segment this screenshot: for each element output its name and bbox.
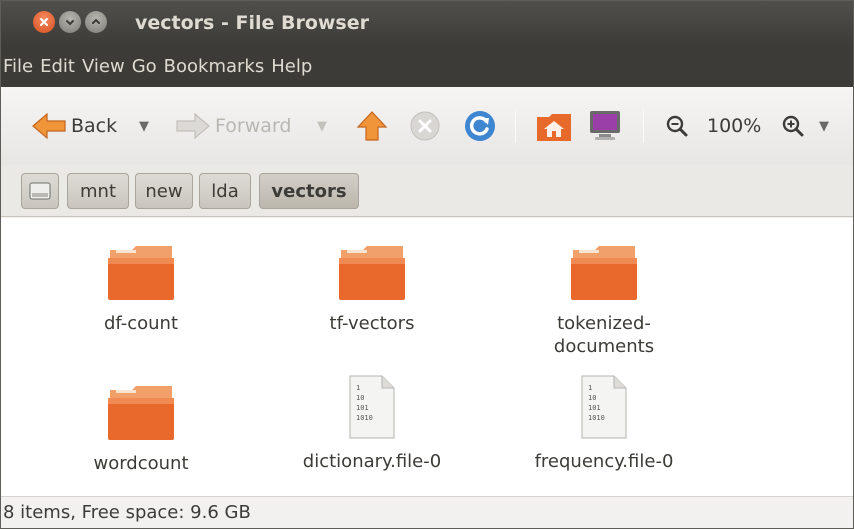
- back-arrow-icon: [32, 112, 66, 140]
- maximize-icon: [92, 18, 100, 24]
- zoom-level[interactable]: 100%: [707, 87, 761, 165]
- toolbar-separator: [515, 109, 516, 143]
- reload-button[interactable]: [463, 87, 497, 165]
- zoom-in-icon: [782, 115, 804, 137]
- menu-edit[interactable]: Edit: [40, 56, 75, 77]
- crumb-new[interactable]: new: [135, 173, 193, 209]
- stop-button[interactable]: [409, 87, 441, 165]
- folder-item[interactable]: tf-vectors: [277, 244, 467, 335]
- forward-history-dropdown[interactable]: ▼: [317, 87, 327, 165]
- status-text: 8 items, Free space: 9.6 GB: [3, 502, 251, 523]
- dropdown-arrow-icon: ▼: [819, 118, 829, 134]
- preview-line: 101: [356, 404, 369, 412]
- zoom-out-button[interactable]: [665, 87, 689, 165]
- minimize-window-button[interactable]: [59, 11, 81, 33]
- window-title: vectors - File Browser: [135, 12, 369, 34]
- maximize-window-button[interactable]: [85, 11, 107, 33]
- folder-icon: [571, 246, 637, 300]
- title-bar: vectors - File Browser: [1, 1, 853, 45]
- file-item[interactable]: 1 10 101 1010 frequency.file-0: [509, 374, 699, 473]
- preview-line: 1010: [356, 414, 373, 422]
- toolbar: Back ▼ Forward ▼ 100% ▼: [1, 87, 853, 165]
- file-name: frequency.file-0: [534, 451, 674, 472]
- reload-icon: [465, 111, 495, 141]
- drive-icon: [29, 182, 51, 200]
- close-icon: [40, 18, 48, 26]
- preview-line: 10: [356, 394, 364, 402]
- menu-go[interactable]: Go: [132, 56, 157, 77]
- preview-line: 1: [588, 384, 592, 392]
- menu-file[interactable]: File: [3, 56, 33, 77]
- crumb-root-drive[interactable]: [21, 173, 59, 209]
- binary-file-icon: 1 10 101 1010: [581, 375, 627, 439]
- toolbar-separator: [643, 109, 644, 143]
- preview-line: 1: [356, 384, 360, 392]
- dropdown-arrow-icon: ▼: [317, 118, 327, 134]
- preview-line: 1010: [588, 414, 605, 422]
- zoom-in-button[interactable]: [781, 87, 805, 165]
- status-bar: 8 items, Free space: 9.6 GB: [1, 496, 853, 528]
- folder-item[interactable]: df-count: [46, 244, 236, 335]
- file-browser-window: vectors - File Browser File Edit View Go…: [0, 0, 854, 529]
- forward-button[interactable]: Forward: [175, 87, 291, 165]
- menu-help[interactable]: Help: [271, 56, 312, 77]
- zoom-out-icon: [666, 115, 688, 137]
- forward-arrow-icon: [176, 112, 210, 140]
- minimize-icon: [66, 20, 74, 26]
- file-name: wordcount: [93, 453, 189, 474]
- file-name: df-count: [103, 313, 179, 334]
- back-label: Back: [71, 115, 118, 137]
- preview-line: 10: [588, 394, 596, 402]
- file-name: tokenized- documents: [553, 313, 655, 357]
- up-button[interactable]: [355, 87, 389, 165]
- crumb-vectors[interactable]: vectors: [259, 173, 359, 209]
- file-view: df-count tf-vectors tokenized- documents: [1, 218, 853, 496]
- home-button[interactable]: [535, 87, 573, 165]
- binary-file-icon: 1 10 101 1010: [349, 375, 395, 439]
- file-item[interactable]: 1 10 101 1010 dictionary.file-0: [277, 374, 467, 473]
- file-name: tf-vectors: [329, 313, 415, 334]
- forward-label: Forward: [215, 115, 292, 137]
- close-window-button[interactable]: [33, 11, 55, 33]
- folder-icon: [108, 246, 174, 300]
- home-folder-icon: [537, 114, 571, 141]
- menu-view[interactable]: View: [82, 56, 125, 77]
- back-history-dropdown[interactable]: ▼: [139, 87, 149, 165]
- folder-icon: [339, 246, 405, 300]
- back-button[interactable]: Back: [31, 87, 117, 165]
- zoom-dropdown[interactable]: ▼: [819, 87, 829, 165]
- location-pathbar: mnt new lda vectors: [1, 165, 853, 217]
- zoom-level-value: 100%: [707, 115, 762, 137]
- menu-bookmarks[interactable]: Bookmarks: [164, 56, 265, 77]
- folder-item[interactable]: tokenized- documents: [509, 244, 699, 358]
- dropdown-arrow-icon: ▼: [139, 118, 149, 134]
- computer-icon: [590, 111, 620, 140]
- stop-icon: [410, 111, 440, 141]
- computer-button[interactable]: [587, 87, 623, 165]
- preview-line: 101: [588, 404, 601, 412]
- file-name: dictionary.file-0: [302, 451, 442, 472]
- folder-icon: [108, 386, 174, 440]
- menu-bar: File Edit View Go Bookmarks Help: [1, 45, 853, 87]
- crumb-mnt[interactable]: mnt: [67, 173, 129, 209]
- crumb-lda[interactable]: lda: [199, 173, 251, 209]
- up-arrow-icon: [356, 111, 388, 141]
- folder-item[interactable]: wordcount: [46, 384, 236, 475]
